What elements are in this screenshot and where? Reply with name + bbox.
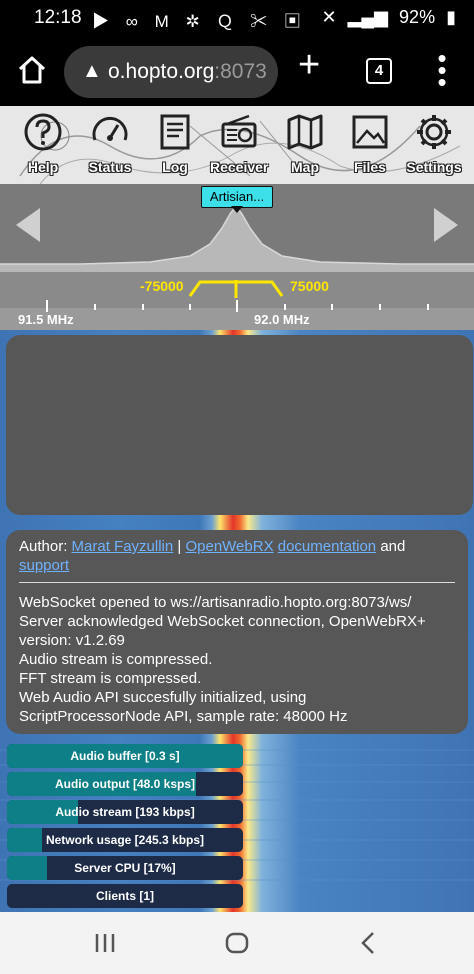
- author-line: Author: Marat Fayzullin | OpenWebRX docu…: [19, 538, 406, 574]
- mute-icon: ✕: [321, 7, 337, 27]
- status-time: 12:18: [34, 7, 82, 28]
- log-line: Web Audio API succesfully initialized, u…: [19, 689, 307, 706]
- new-tab-button[interactable]: +: [298, 46, 320, 84]
- map-label: Map: [291, 159, 319, 175]
- log-panel: Author: Marat Fayzullin | OpenWebRX docu…: [6, 530, 468, 734]
- divider: [19, 582, 455, 583]
- battery-level: 92%: [399, 7, 436, 27]
- url-host: o.hopto.org: [108, 60, 215, 83]
- log-line: Audio stream is compressed.: [19, 651, 213, 668]
- gauge-icon: [92, 117, 128, 141]
- log-button[interactable]: Log: [146, 112, 204, 184]
- freq-label-center: 92.0 MHz: [254, 312, 310, 327]
- meter-label: Clients [1]: [95, 889, 154, 903]
- home-icon[interactable]: [16, 54, 48, 86]
- bandwidth-low: -75000: [140, 278, 184, 294]
- freq-label-left: 91.5 MHz: [18, 312, 74, 327]
- signal-icon: ▂▄▆: [347, 7, 389, 27]
- status-right: ✕ ▂▄▆ 92% ▮: [315, 7, 456, 28]
- help-label: Help: [27, 159, 59, 175]
- audio-output-meter: Audio output [48.0 ksps]: [7, 772, 243, 796]
- scroll-left-icon[interactable]: [10, 204, 46, 246]
- gear-icon: [417, 115, 451, 149]
- server-cpu-meter: Server CPU [17%]: [7, 856, 243, 880]
- settings-button[interactable]: Settings: [405, 112, 463, 184]
- radio-icon: [221, 114, 257, 148]
- status-button[interactable]: Status: [81, 112, 139, 184]
- map-button[interactable]: Map: [276, 112, 334, 184]
- warning-icon[interactable]: ▲: [82, 60, 102, 83]
- log-line: version: v1.2.69: [19, 632, 125, 649]
- android-nav-bar: [0, 912, 474, 974]
- browser-toolbar: ▲ o.hopto.org:8073 + 4 • • •: [0, 38, 474, 106]
- document-icon: [160, 114, 190, 150]
- log-line: FFT stream is compressed.: [19, 670, 202, 687]
- bandwidth-high: 75000: [290, 278, 329, 294]
- files-button[interactable]: Files: [341, 112, 399, 184]
- log-label: Log: [162, 159, 188, 175]
- help-icon: [24, 113, 62, 151]
- audio-buffer-meter: Audio buffer [0.3 s]: [7, 744, 243, 768]
- tab-switcher-button[interactable]: 4: [366, 58, 392, 84]
- settings-label: Settings: [406, 159, 462, 175]
- log-line: WebSocket opened to ws://artisanradio.ho…: [19, 594, 412, 611]
- url-text[interactable]: o.hopto.org:8073: [108, 60, 270, 84]
- log-messages: WebSocket opened to ws://artisanradio.ho…: [19, 593, 459, 726]
- status-label: Status: [88, 159, 132, 175]
- clients-meter: Clients [1]: [7, 884, 243, 908]
- files-label: Files: [354, 159, 386, 175]
- openwebrx-link[interactable]: OpenWebRX: [185, 538, 273, 555]
- map-icon: [287, 114, 323, 150]
- log-line: ScriptProcessorNode API, sample rate: 48…: [19, 708, 348, 725]
- overflow-menu-icon[interactable]: • • •: [432, 45, 452, 95]
- receiver-button[interactable]: Receiver: [210, 112, 268, 184]
- bookmark-pointer: [231, 206, 243, 213]
- home-nav-icon[interactable]: [224, 930, 250, 956]
- receiver-label: Receiver: [210, 159, 269, 175]
- openwebrx-toolbar: Help Status Log Receiver Map Files Setti…: [0, 106, 474, 184]
- author-link[interactable]: Marat Fayzullin: [72, 538, 174, 555]
- help-button[interactable]: Help: [14, 112, 72, 184]
- log-line: Server acknowledged WebSocket connection…: [19, 613, 426, 630]
- meter-label: Server CPU [17%]: [74, 861, 176, 875]
- documentation-link[interactable]: documentation: [278, 538, 376, 555]
- image-icon: [352, 115, 388, 149]
- meter-label: Audio buffer [0.3 s]: [70, 749, 180, 763]
- back-icon[interactable]: [356, 930, 382, 956]
- meter-label: Network usage [245.3 kbps]: [45, 833, 205, 847]
- receiver-panel: [6, 335, 473, 515]
- audio-stream-meter: Audio stream [193 kbps]: [7, 800, 243, 824]
- bookmark-tag[interactable]: Artisian...: [201, 186, 273, 208]
- battery-icon: ▮: [446, 7, 456, 27]
- support-link[interactable]: support: [19, 557, 69, 574]
- address-bar[interactable]: ▲ o.hopto.org:8073: [64, 46, 278, 98]
- scroll-right-icon[interactable]: [428, 204, 464, 246]
- frequency-scale[interactable]: -75000 75000 91.5 MHz 92.0 MHz: [0, 272, 474, 330]
- meter-label: Audio output [48.0 ksps]: [54, 777, 195, 791]
- notification-icons: ▶ ∞ M ✲ Ｑ ✂ ▣: [92, 12, 307, 31]
- network-usage-meter: Network usage [245.3 kbps]: [7, 828, 243, 852]
- meter-label: Audio stream [193 kbps]: [55, 805, 195, 819]
- recent-apps-icon[interactable]: [92, 930, 118, 956]
- status-bar: 12:18 ▶ ∞ M ✲ Ｑ ✂ ▣ ✕ ▂▄▆ 92% ▮: [0, 0, 474, 38]
- url-port: :8073: [214, 60, 267, 83]
